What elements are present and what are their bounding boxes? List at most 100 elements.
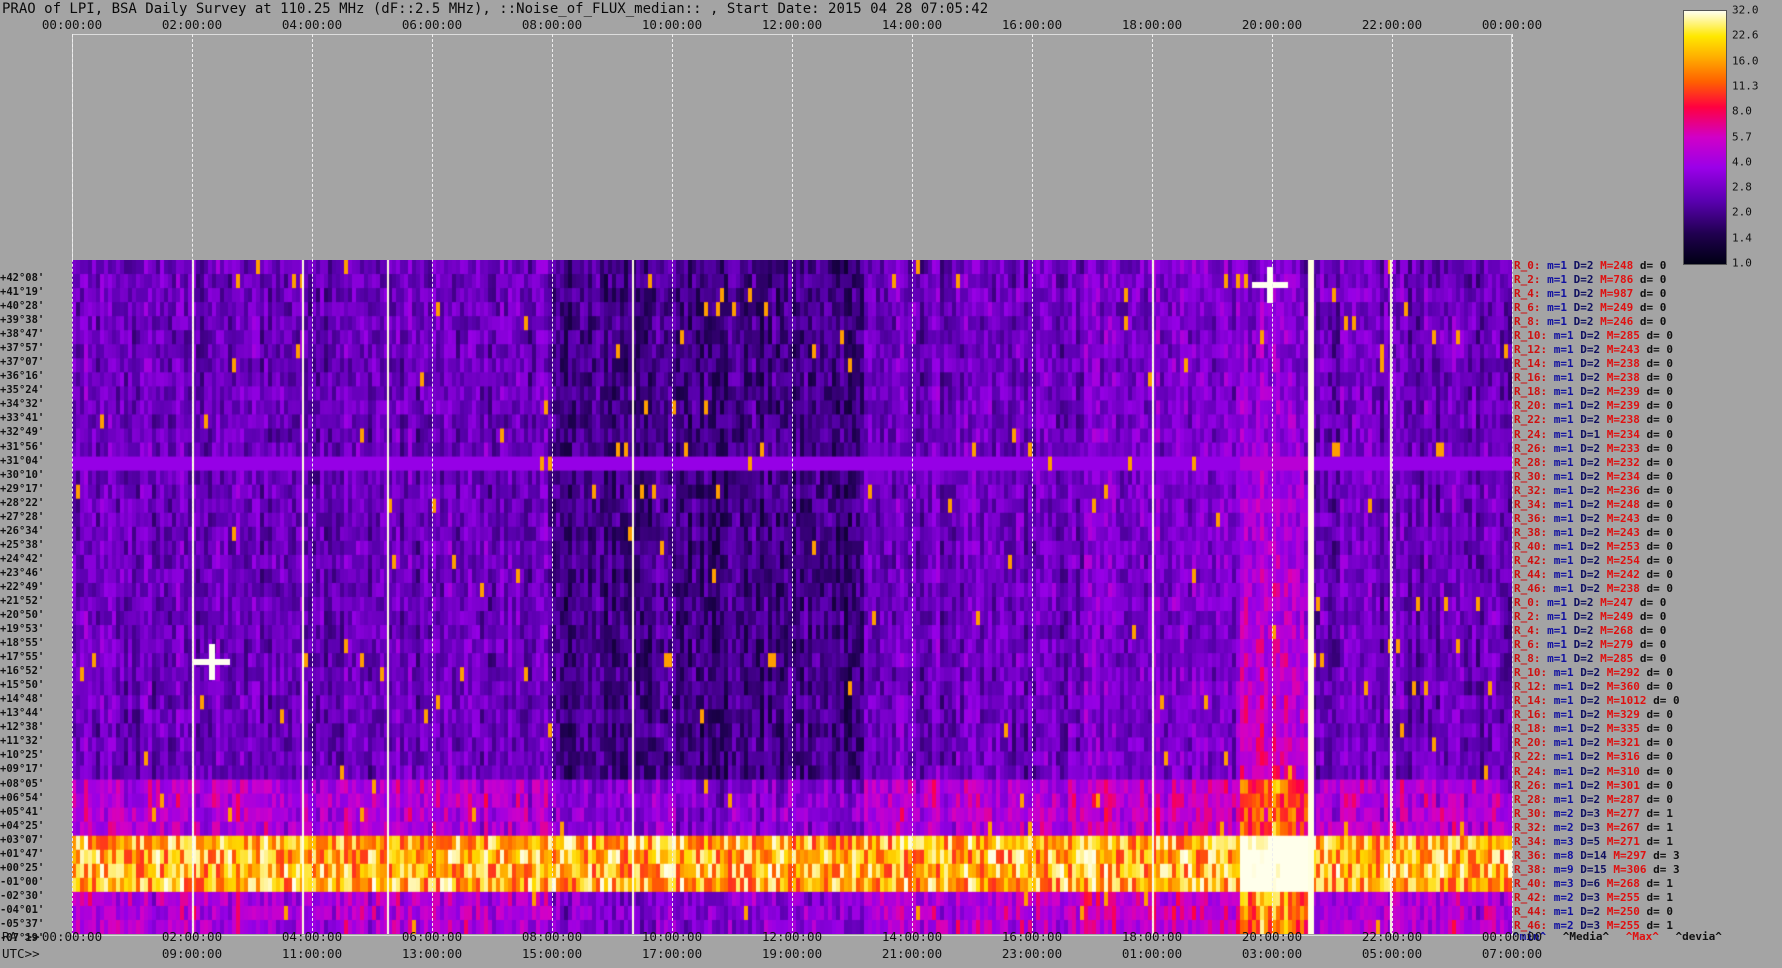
stats-field: D=2	[1580, 511, 1607, 525]
stats-field: m=1	[1553, 904, 1581, 918]
stats-field: R_28:	[1514, 792, 1554, 806]
stats-field: R_40:	[1514, 876, 1554, 890]
stats-legend: ^min^ ^Media^ ^Max^ ^devia^	[1513, 930, 1732, 943]
stats-row: R_40: m=3 D=6 M=268 d= 1	[1514, 877, 1673, 890]
stats-row: R_26: m=1 D=2 M=301 d= 0	[1514, 779, 1673, 792]
stats-row: R_2: m=1 D=2 M=249 d= 0	[1514, 610, 1666, 623]
stats-field: M=254	[1606, 553, 1647, 567]
stats-row: R_24: m=1 D=2 M=310 d= 0	[1514, 765, 1673, 778]
top-axis-tick: 04:00:00	[281, 17, 343, 32]
stats-field: D=2	[1580, 539, 1607, 553]
stats-row: R_14: m=1 D=2 M=238 d= 0	[1514, 357, 1673, 370]
stats-field: D=2	[1580, 567, 1607, 581]
stats-field: M=306	[1613, 862, 1654, 876]
gridline	[192, 34, 193, 936]
stats-field: d= 0	[1646, 680, 1674, 694]
stats-field: R_4:	[1514, 287, 1548, 301]
stats-field: D=2	[1580, 553, 1607, 567]
stats-row: R_24: m=1 D=1 M=234 d= 0	[1514, 428, 1673, 441]
stats-field: d= 0	[1646, 427, 1674, 441]
stats-field: M=249	[1600, 301, 1640, 315]
top-axis-tick: 08:00:00	[521, 17, 583, 32]
stats-row: R_34: m=1 D=2 M=248 d= 0	[1514, 498, 1673, 511]
stats-field: d= 0	[1646, 497, 1674, 511]
stats-field: D=15	[1580, 862, 1614, 876]
gridline	[312, 34, 313, 936]
stats-field: R_14:	[1514, 694, 1554, 708]
ra-axis-tick: 20:00:00	[1241, 929, 1303, 944]
stats-row: R_8: m=1 D=2 M=246 d= 0	[1514, 315, 1666, 328]
utc-axis-tick: 15:00:00	[521, 946, 583, 961]
stats-field: M=987	[1600, 287, 1640, 301]
stats-field: R_28:	[1514, 455, 1554, 469]
stats-row: R_36: m=1 D=2 M=243 d= 0	[1514, 512, 1673, 525]
gridline	[552, 34, 553, 936]
gridline	[672, 34, 673, 936]
stats-field: M=239	[1606, 399, 1647, 413]
stats-field: m=1	[1547, 273, 1574, 287]
stats-field: m=1	[1553, 792, 1581, 806]
utc-axis-tick: 03:00:00	[1241, 946, 1303, 961]
top-axis-tick: 02:00:00	[161, 17, 223, 32]
stats-row: R_28: m=1 D=2 M=232 d= 0	[1514, 456, 1673, 469]
stats-field: D=2	[1580, 708, 1607, 722]
stats-field: D=2	[1580, 343, 1607, 357]
stats-field: M=234	[1606, 427, 1647, 441]
stats-field: m=2	[1553, 820, 1581, 834]
stats-field: d= 0	[1639, 638, 1667, 652]
stats-field: M=253	[1606, 539, 1647, 553]
stats-field: R_16:	[1514, 708, 1554, 722]
stats-field: d= 3	[1653, 862, 1680, 876]
stats-field: R_22:	[1514, 413, 1554, 427]
stats-field: d= 0	[1639, 596, 1667, 609]
stats-field: R_12:	[1514, 343, 1554, 357]
stats-row: R_32: m=1 D=2 M=236 d= 0	[1514, 484, 1673, 497]
stats-field: D=2	[1580, 694, 1607, 708]
stats-field: d= 0	[1646, 455, 1674, 469]
legend-max: ^Max^	[1625, 930, 1659, 943]
utc-axis-tick: 19:00:00	[761, 946, 823, 961]
stats-field: D=2	[1573, 624, 1601, 638]
stats-field: d= 0	[1646, 329, 1674, 343]
stats-field: d= 1	[1646, 876, 1674, 890]
stats-field: M=243	[1606, 525, 1647, 539]
stats-field: D=3	[1580, 820, 1607, 834]
stats-field: m=1	[1547, 624, 1574, 638]
ra-axis-tick: 16:00:00	[1001, 929, 1063, 944]
top-axis-tick: 20:00:00	[1241, 17, 1303, 32]
stats-field: m=2	[1553, 890, 1581, 904]
stats-field: R_42:	[1514, 890, 1554, 904]
stats-row: R_36: m=8 D=14 M=297 d= 3	[1514, 849, 1680, 862]
stats-field: d= 0	[1646, 904, 1674, 918]
stats-field: D=14	[1580, 848, 1614, 862]
stats-field: M=321	[1606, 736, 1647, 750]
colorbar	[1683, 10, 1727, 265]
stats-field: D=2	[1580, 469, 1607, 483]
stats-field: m=1	[1553, 750, 1581, 764]
stats-row: R_14: m=1 D=2 M=1012 d= 0	[1514, 694, 1680, 707]
stats-field: M=238	[1606, 413, 1647, 427]
stats-field: d= 0	[1639, 273, 1667, 287]
stats-field: d= 0	[1646, 792, 1674, 806]
stats-row: R_8: m=1 D=2 M=285 d= 0	[1514, 652, 1666, 665]
stats-field: d= 3	[1653, 848, 1680, 862]
stats-row: R_4: m=1 D=2 M=987 d= 0	[1514, 287, 1666, 300]
stats-field: M=243	[1606, 511, 1647, 525]
stats-field: D=2	[1573, 652, 1601, 666]
stats-field: M=238	[1606, 581, 1647, 595]
stats-field: M=239	[1606, 385, 1647, 399]
stats-row: R_16: m=1 D=2 M=238 d= 0	[1514, 371, 1673, 384]
stats-row: R_2: m=1 D=2 M=786 d= 0	[1514, 273, 1666, 286]
stats-field: M=292	[1606, 666, 1647, 680]
stats-row: R_10: m=1 D=2 M=285 d= 0	[1514, 329, 1673, 342]
ra-axis-tick: 00:00:00	[1481, 929, 1543, 944]
top-axis-tick: 06:00:00	[401, 17, 463, 32]
stats-row: R_38: m=9 D=15 M=306 d= 3	[1514, 863, 1680, 876]
stats-field: m=1	[1553, 764, 1581, 778]
stats-field: M=243	[1606, 343, 1647, 357]
stats-field: d= 0	[1646, 778, 1674, 792]
ra-axis-tick: 12:00:00	[761, 929, 823, 944]
stats-field: m=1	[1547, 610, 1574, 624]
stats-field: m=1	[1553, 511, 1581, 525]
stats-field: d= 0	[1646, 708, 1674, 722]
